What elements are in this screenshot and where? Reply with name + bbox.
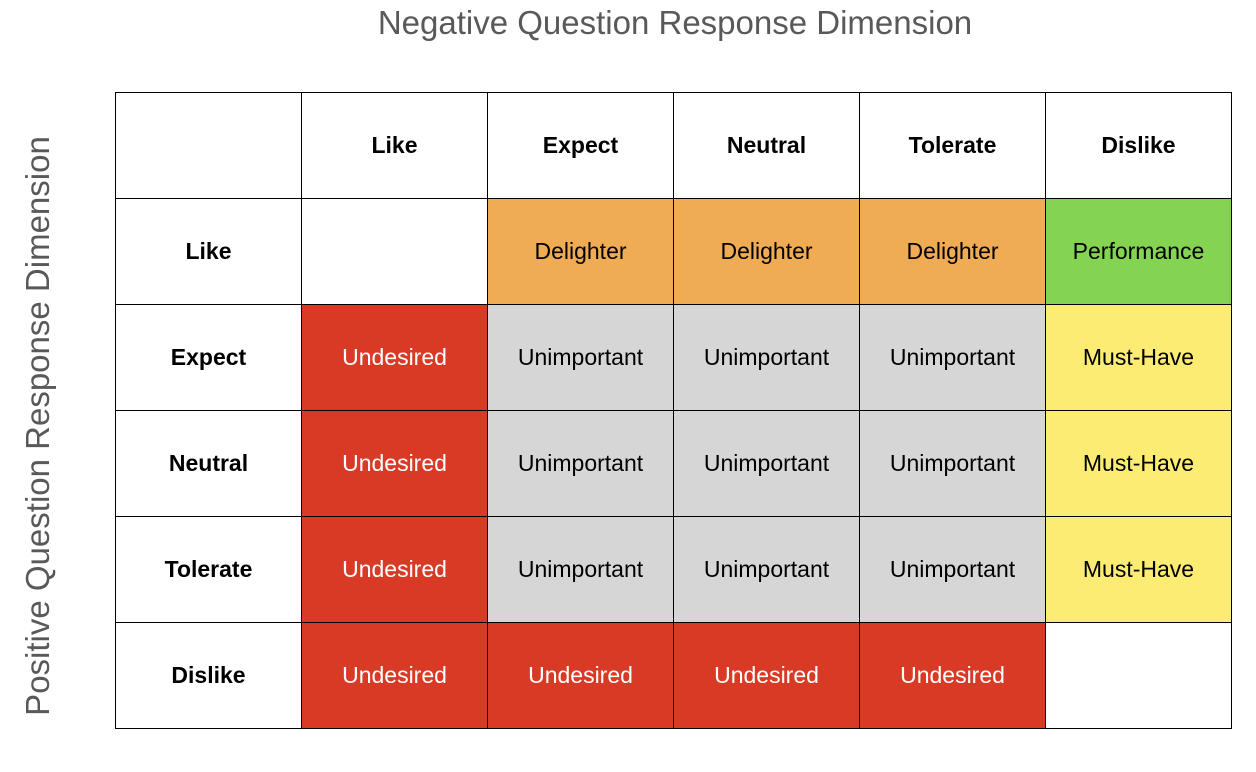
cell-unimportant: Unimportant bbox=[673, 516, 860, 623]
table-row: Expect Undesired Unimportant Unimportant Uni… bbox=[115, 304, 1232, 411]
diagram-title: Negative Question Response Dimension bbox=[377, 4, 973, 41]
cell-empty bbox=[301, 198, 488, 305]
table-row: Dislike Undesired Undesired Undesired Undesi… bbox=[115, 622, 1232, 729]
cell-delighter: Delighter bbox=[859, 198, 1046, 305]
row-header: Tolerate bbox=[115, 516, 302, 623]
cell-performance: Performance bbox=[1045, 198, 1232, 305]
column-header: Dislike bbox=[1045, 92, 1232, 199]
row-header: Like bbox=[115, 198, 302, 305]
cell-must-have: Must-Have bbox=[1045, 516, 1232, 623]
corner-cell bbox=[115, 92, 302, 199]
row-header: Expect bbox=[115, 304, 302, 411]
cell-unimportant: Unimportant bbox=[487, 516, 674, 623]
cell-undesired: Undesired bbox=[859, 622, 1046, 729]
header-row: Like Expect Neutral Tolerate Dislike bbox=[115, 92, 1232, 199]
column-header: Like bbox=[301, 92, 488, 199]
cell-delighter: Delighter bbox=[487, 198, 674, 305]
row-header: Dislike bbox=[115, 622, 302, 729]
cell-unimportant: Unimportant bbox=[859, 410, 1046, 517]
column-header: Tolerate bbox=[859, 92, 1046, 199]
cell-must-have: Must-Have bbox=[1045, 410, 1232, 517]
y-axis-label: Positive Question Response Dimension bbox=[19, 136, 56, 716]
cell-undesired: Undesired bbox=[301, 410, 488, 517]
column-header: Expect bbox=[487, 92, 674, 199]
cell-delighter: Delighter bbox=[673, 198, 860, 305]
table-row: Like Delighter Delighter Delighter Performan… bbox=[115, 198, 1232, 305]
row-header: Neutral bbox=[115, 410, 302, 517]
cell-unimportant: Unimportant bbox=[859, 516, 1046, 623]
cell-unimportant: Unimportant bbox=[673, 304, 860, 411]
cell-undesired: Undesired bbox=[487, 622, 674, 729]
cell-undesired: Undesired bbox=[673, 622, 860, 729]
cell-undesired: Undesired bbox=[301, 304, 488, 411]
kano-evaluation-table: Like Expect Neutral Tolerate Dislike Lik… bbox=[115, 92, 1232, 729]
table-row: Neutral Undesired Unimportant Unimportant Un… bbox=[115, 410, 1232, 517]
cell-unimportant: Unimportant bbox=[487, 304, 674, 411]
cell-unimportant: Unimportant bbox=[487, 410, 674, 517]
column-header: Neutral bbox=[673, 92, 860, 199]
cell-empty bbox=[1045, 622, 1232, 729]
table-row: Tolerate Undesired Unimportant Unimportant U… bbox=[115, 516, 1232, 623]
cell-must-have: Must-Have bbox=[1045, 304, 1232, 411]
cell-unimportant: Unimportant bbox=[673, 410, 860, 517]
cell-unimportant: Unimportant bbox=[859, 304, 1046, 411]
cell-undesired: Undesired bbox=[301, 516, 488, 623]
cell-undesired: Undesired bbox=[301, 622, 488, 729]
